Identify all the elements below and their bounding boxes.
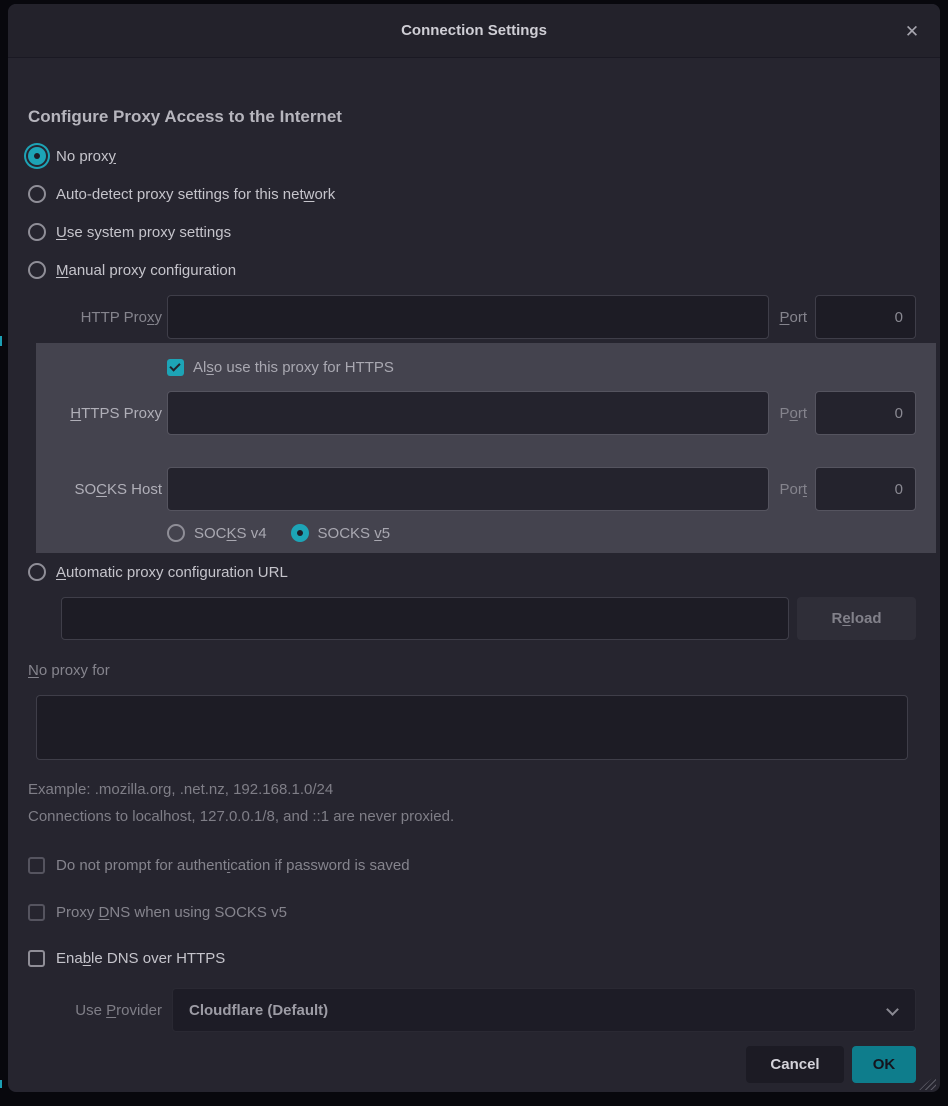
socks-host-input[interactable]	[167, 467, 769, 511]
checkbox-icon[interactable]	[167, 359, 184, 376]
radio-no-proxy[interactable]: No proxy	[28, 137, 916, 175]
page-title: Configure Proxy Access to the Internet	[28, 104, 916, 129]
checkbox-icon[interactable]	[28, 857, 45, 874]
radio-button-icon[interactable]	[28, 223, 46, 241]
radio-no-proxy-label: No proxy	[56, 148, 116, 165]
https-port-label: Port	[779, 405, 807, 422]
proxy-dns-checkbox-row[interactable]: Proxy DNS when using SOCKS v5	[28, 898, 916, 926]
radio-button-icon[interactable]	[28, 147, 46, 165]
checkbox-icon[interactable]	[28, 950, 45, 967]
background-accent-sliver	[0, 1080, 2, 1088]
doh-provider-row: Use Provider Cloudflare (Default)	[28, 988, 916, 1032]
radio-use-system[interactable]: Use system proxy settings	[28, 213, 916, 251]
checkbox-icon[interactable]	[28, 904, 45, 921]
connection-settings-dialog: Connection Settings ✕ Configure Proxy Ac…	[8, 4, 940, 1092]
https-proxy-row: HTTPS Proxy Port	[36, 391, 916, 435]
https-port-input[interactable]	[815, 391, 916, 435]
radio-automatic-proxy-label: Automatic proxy configuration URL	[56, 564, 288, 581]
enable-doh-checkbox-row[interactable]: Enable DNS over HTTPS	[28, 944, 916, 972]
radio-button-icon[interactable]	[291, 524, 309, 542]
radio-manual-proxy[interactable]: Manual proxy configuration	[28, 251, 916, 289]
no-proxy-note: Connections to localhost, 127.0.0.1/8, a…	[28, 803, 916, 830]
also-use-proxy-label: Also use this proxy for HTTPS	[193, 359, 394, 376]
provider-dropdown-value: Cloudflare (Default)	[189, 1002, 328, 1019]
http-proxy-input[interactable]	[167, 295, 769, 339]
radio-button-icon[interactable]	[28, 563, 46, 581]
socks-version-radios: SOCKS v4 SOCKS v5	[167, 519, 916, 547]
socks-v4-label: SOCKS v4	[194, 525, 267, 542]
socks-v5-label: SOCKS v5	[318, 525, 391, 542]
no-prompt-auth-checkbox-row[interactable]: Do not prompt for authentication if pass…	[28, 851, 916, 879]
socks-port-input[interactable]	[815, 467, 916, 511]
socks-host-row: SOCKS Host Port	[36, 467, 916, 511]
also-use-proxy-checkbox-row[interactable]: Also use this proxy for HTTPS	[167, 353, 916, 381]
provider-dropdown[interactable]: Cloudflare (Default)	[172, 988, 916, 1032]
https-proxy-input[interactable]	[167, 391, 769, 435]
socks-port-label: Port	[779, 481, 807, 498]
dialog-titlebar: Connection Settings ✕	[8, 4, 940, 58]
automatic-proxy-url-row: Reload	[61, 597, 916, 640]
no-proxy-for-textarea[interactable]	[36, 695, 908, 760]
enable-doh-label: Enable DNS over HTTPS	[56, 950, 225, 967]
http-proxy-row: HTTP Proxy Port	[28, 295, 916, 339]
http-port-input[interactable]	[815, 295, 916, 339]
no-proxy-for-label: No proxy for	[28, 660, 916, 682]
no-proxy-example: Example: .mozilla.org, .net.nz, 192.168.…	[28, 776, 916, 803]
use-provider-label: Use Provider	[28, 1002, 162, 1019]
cancel-button[interactable]: Cancel	[746, 1046, 844, 1083]
no-proxy-hint: Example: .mozilla.org, .net.nz, 192.168.…	[28, 776, 916, 830]
socks-host-label: SOCKS Host	[36, 481, 162, 498]
radio-auto-detect-label: Auto-detect proxy settings for this netw…	[56, 186, 335, 203]
radio-button-icon[interactable]	[28, 185, 46, 203]
automatic-proxy-url-input[interactable]	[61, 597, 789, 640]
background-accent-sliver	[0, 336, 2, 346]
radio-auto-detect[interactable]: Auto-detect proxy settings for this netw…	[28, 175, 916, 213]
radio-button-icon[interactable]	[28, 261, 46, 279]
dialog-footer: Cancel OK	[28, 1046, 916, 1083]
ok-button[interactable]: OK	[852, 1046, 916, 1083]
dialog-title: Connection Settings	[401, 22, 547, 39]
http-proxy-label: HTTP Proxy	[28, 309, 162, 326]
radio-button-icon[interactable]	[167, 524, 185, 542]
https-proxy-label: HTTPS Proxy	[36, 405, 162, 422]
no-prompt-auth-label: Do not prompt for authentication if pass…	[56, 857, 410, 874]
proxy-dns-label: Proxy DNS when using SOCKS v5	[56, 904, 287, 921]
chevron-down-icon	[886, 1003, 899, 1016]
http-port-label: Port	[779, 309, 807, 326]
radio-automatic-proxy[interactable]: Automatic proxy configuration URL	[28, 553, 916, 591]
close-icon[interactable]: ✕	[898, 18, 926, 46]
radio-use-system-label: Use system proxy settings	[56, 224, 231, 241]
reload-button[interactable]: Reload	[797, 597, 916, 640]
https-socks-section: Also use this proxy for HTTPS HTTPS Prox…	[36, 343, 936, 553]
radio-manual-proxy-label: Manual proxy configuration	[56, 262, 236, 279]
